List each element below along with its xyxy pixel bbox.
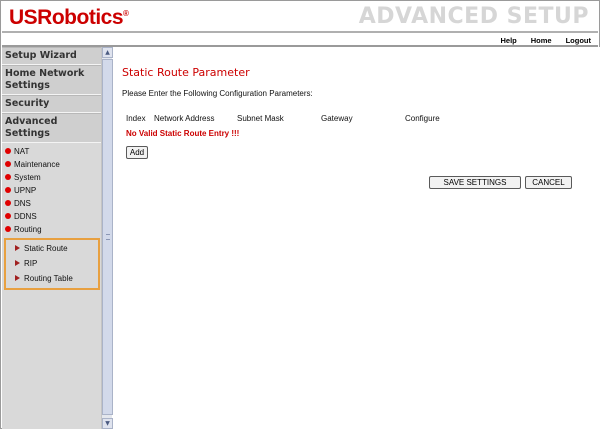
browser-frame: USRobotics® ADVANCED SETUP Help Home Log…	[0, 0, 600, 429]
save-settings-button[interactable]: SAVE SETTINGS	[429, 176, 521, 189]
cancel-button[interactable]: CANCEL	[525, 176, 572, 189]
main-content: Static Route Parameter Please Enter the …	[113, 47, 600, 429]
red-dot-icon	[5, 226, 11, 232]
sidebar-item-upnp[interactable]: UPNP	[2, 184, 101, 197]
nav-setup-wizard[interactable]: Setup Wizard	[2, 47, 101, 65]
intro-text: Please Enter the Following Configuration…	[122, 89, 313, 98]
logout-link[interactable]: Logout	[566, 36, 591, 45]
sidebar: Setup Wizard Home Network Settings Secur…	[2, 47, 101, 429]
red-dot-icon	[5, 148, 11, 154]
column-header-gateway: Gateway	[321, 114, 353, 123]
sidebar-item-ddns[interactable]: DDNS	[2, 210, 101, 223]
chevron-down-icon[interactable]: ▼	[102, 418, 113, 429]
sidebar-item-dns[interactable]: DNS	[2, 197, 101, 210]
sidebar-item-static-route[interactable]: Static Route	[6, 241, 98, 256]
add-route-button[interactable]: Add	[126, 146, 148, 159]
empty-state-message: No Valid Static Route Entry !!!	[126, 129, 240, 138]
nav-security[interactable]: Security	[2, 95, 101, 113]
nav-home-network-settings[interactable]: Home Network Settings	[2, 65, 101, 95]
sidebar-scrollbar[interactable]: ▲ ▼	[101, 47, 113, 429]
sidebar-item-system[interactable]: System	[2, 171, 101, 184]
column-header-configure: Configure	[405, 114, 440, 123]
red-triangle-icon	[15, 245, 20, 251]
advanced-submenu: NAT Maintenance System UPNP DNS DDNS Rou…	[2, 143, 101, 236]
home-link[interactable]: Home	[531, 36, 552, 45]
page-title: Static Route Parameter	[122, 66, 250, 79]
column-header-network-address: Network Address	[154, 114, 215, 123]
usrobotics-logo: USRobotics®	[9, 6, 129, 29]
red-triangle-icon	[15, 275, 20, 281]
grip-icon	[106, 234, 110, 240]
page-section-title: ADVANCED SETUP	[358, 4, 589, 29]
chevron-up-icon[interactable]: ▲	[102, 47, 113, 58]
nav-advanced-settings[interactable]: Advanced Settings	[2, 113, 101, 143]
scrollbar-thumb[interactable]	[102, 59, 113, 415]
sidebar-item-nat[interactable]: NAT	[2, 145, 101, 158]
red-dot-icon	[5, 187, 11, 193]
red-dot-icon	[5, 213, 11, 219]
routing-submenu: Static Route RIP Routing Table	[4, 238, 100, 290]
red-dot-icon	[5, 161, 11, 167]
header-divider	[2, 31, 598, 33]
column-header-index: Index	[126, 114, 146, 123]
top-links: Help Home Logout	[500, 36, 591, 45]
red-dot-icon	[5, 200, 11, 206]
red-triangle-icon	[15, 260, 20, 266]
sidebar-item-rip[interactable]: RIP	[6, 256, 98, 271]
sidebar-item-routing-table[interactable]: Routing Table	[6, 271, 98, 286]
red-dot-icon	[5, 174, 11, 180]
sidebar-item-routing[interactable]: Routing	[2, 223, 101, 236]
help-link[interactable]: Help	[500, 36, 516, 45]
sidebar-item-maintenance[interactable]: Maintenance	[2, 158, 101, 171]
column-header-subnet-mask: Subnet Mask	[237, 114, 284, 123]
